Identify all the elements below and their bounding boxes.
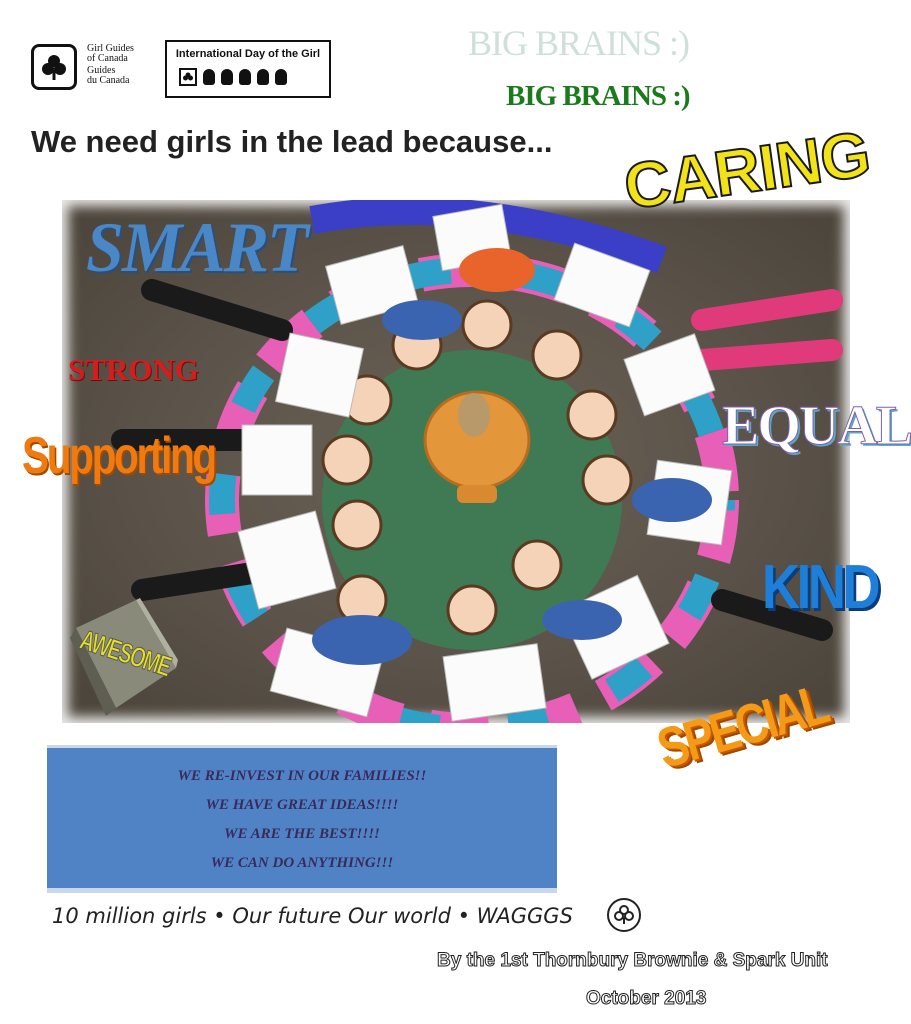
ggc-line-2: of Canada	[87, 53, 128, 64]
girl-guides-text: Girl Guides of Canada Guides du Canada	[87, 44, 157, 86]
reinvest-line: WE HAVE GREAT IDEAS!!!!	[205, 797, 399, 813]
idg-faces	[179, 68, 287, 86]
girl-face-icon	[239, 69, 251, 85]
word-supporting: Supporting	[22, 427, 217, 485]
word-strong: STRONG	[68, 352, 199, 387]
ggc-line-4: du Canada	[87, 75, 130, 86]
credit-line: By the 1st Thornbury Brownie & Spark Uni…	[437, 950, 829, 972]
girl-face-icon	[221, 69, 233, 85]
date-line: October 2013	[585, 988, 707, 1010]
word-kind: KIND	[762, 553, 881, 622]
trefoil-icon	[31, 44, 77, 90]
waggs-slogan: 10 million girls • Our future Our world …	[52, 904, 573, 928]
headline: We need girls in the lead because...	[31, 124, 553, 159]
international-day-of-the-girl-logo: International Day of the Girl	[165, 40, 331, 98]
word-awesome: AWESOME	[66, 598, 180, 718]
reinvest-line: WE CAN DO ANYTHING!!!	[210, 855, 394, 871]
reinvest-box: WE RE-INVEST IN OUR FAMILIES!! WE HAVE G…	[47, 745, 557, 893]
trefoil-mini-icon	[179, 68, 197, 86]
word-smart: SMART	[86, 207, 309, 287]
reinvest-line: WE ARE THE BEST!!!!	[224, 826, 380, 842]
girl-guides-logo: Girl Guides of Canada Guides du Canada	[31, 44, 153, 96]
green-title: BIG BRAINS :)	[506, 80, 691, 112]
faded-title: BIG BRAINS :)	[468, 23, 690, 63]
word-equal: EQUAL	[721, 395, 911, 458]
idg-title: International Day of the Girl	[175, 48, 321, 60]
reinvest-line: WE RE-INVEST IN OUR FAMILIES!!	[177, 768, 427, 784]
girl-face-icon	[275, 69, 287, 85]
girl-face-icon	[257, 69, 269, 85]
girl-face-icon	[203, 69, 215, 85]
waggs-trefoil-icon	[607, 898, 641, 932]
